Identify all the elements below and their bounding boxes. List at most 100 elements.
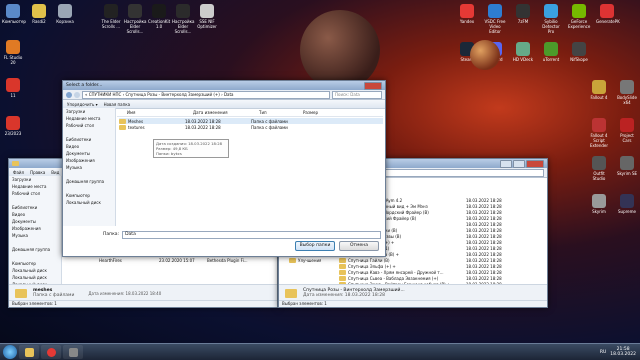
nav-item[interactable]: Библиотеки — [63, 136, 115, 143]
nav-item[interactable]: Документы — [9, 218, 61, 225]
nav-item[interactable] — [9, 239, 61, 246]
desktop-icon[interactable]: BodySlide x64 — [616, 80, 638, 105]
column-date[interactable]: Дата изменения — [193, 110, 259, 115]
minimize-button[interactable] — [500, 159, 512, 168]
desktop-icon[interactable]: Настройка Elder Scrolls... — [124, 4, 146, 34]
list-item[interactable]: HearthFires 23.02.2020 15:07 Bethesda Plug… — [99, 257, 273, 263]
desktop-icon[interactable]: Настройка Elder Scrolls... — [172, 4, 194, 34]
taskbar-app[interactable] — [63, 345, 83, 359]
desktop-icon[interactable]: HD VDeck — [512, 42, 534, 62]
start-button[interactable] — [3, 345, 17, 359]
desktop-icon[interactable]: Project Cars — [616, 118, 638, 143]
desktop-icon[interactable]: Skyrim SE — [616, 156, 638, 176]
file-type: Bethesda Plugin Fi... — [207, 257, 248, 263]
address-bar: « СПУТНИКИ НПС › Спутница Розы - Винтерх… — [63, 90, 385, 100]
column-size[interactable]: Размер — [303, 110, 318, 115]
nav-item[interactable] — [63, 171, 115, 178]
cancel-button[interactable]: Отмена — [339, 241, 379, 251]
menu-item[interactable]: Вид — [51, 170, 59, 175]
desktop-icon[interactable]: Outfit Studio — [588, 156, 610, 181]
file-date: 18.03.2022 18:28 — [466, 251, 502, 257]
desktop-icon[interactable]: CreationKit 1.0 — [148, 4, 170, 29]
taskbar-explorer[interactable] — [19, 345, 39, 359]
desktop-icon[interactable]: Компьютер — [2, 4, 26, 24]
new-folder-button[interactable]: Новая папка — [104, 102, 131, 107]
nav-item[interactable]: Домашняя группа — [63, 178, 115, 185]
maximize-button[interactable] — [513, 159, 525, 168]
desktop-icon[interactable]: Корзина — [54, 4, 76, 24]
nav-item[interactable]: Недавние места — [9, 183, 61, 190]
desktop-icon[interactable]: GeneratePK — [596, 4, 620, 24]
tree-item[interactable]: Улучшения — [289, 257, 349, 263]
nav-item[interactable] — [9, 197, 61, 204]
nav-item[interactable]: Домашняя группа — [9, 246, 61, 253]
desktop-icon[interactable]: The Elder Scrolls ... — [100, 4, 122, 29]
desktop-icon-label: BodySlide x64 — [617, 95, 637, 105]
desktop-icon[interactable]: Rasdi2 — [28, 4, 50, 24]
nav-item[interactable]: Библиотеки — [9, 204, 61, 211]
column-name[interactable]: Имя — [117, 110, 193, 115]
desktop-icon[interactable]: Fallout 4 Script Extender — [588, 118, 610, 148]
desktop-icon[interactable]: VSDC Free Video Editor — [484, 4, 506, 34]
nav-item[interactable]: Недавние места — [63, 115, 115, 122]
planet-graphic — [300, 10, 380, 90]
forward-icon[interactable] — [74, 91, 80, 98]
nav-item[interactable]: Изображения — [63, 157, 115, 164]
desktop-icon[interactable]: Fallout 4 — [588, 80, 610, 100]
language-indicator[interactable]: RU — [600, 350, 606, 355]
desktop-icon[interactable]: 23/2023 — [2, 116, 24, 136]
nav-item[interactable]: Загрузки — [63, 108, 115, 115]
app-icon — [104, 4, 118, 18]
nav-item[interactable]: Рабочий стол — [9, 190, 61, 197]
desktop-icon[interactable]: Supreme — [616, 194, 638, 214]
app-icon — [516, 42, 530, 56]
desktop-icon[interactable]: Skyrim — [588, 194, 610, 214]
nav-item[interactable]: Загрузки — [9, 176, 61, 183]
desktop-icon[interactable]: SSE NIF Optimizer — [196, 4, 218, 29]
nav-item[interactable]: Компьютер — [63, 192, 115, 199]
folder-row[interactable]: textures 18.03.2022 18:28 Папка с файлами — [119, 124, 383, 130]
organize-button[interactable]: Упорядочить ▾ — [67, 102, 98, 107]
select-folder-dialog[interactable]: Select a folder... « СПУТНИКИ НПС › Спут… — [62, 80, 386, 257]
taskbar-browser[interactable] — [41, 345, 61, 359]
back-icon[interactable] — [66, 91, 72, 98]
nav-item[interactable]: Рабочий стол — [63, 122, 115, 129]
nav-item[interactable]: Видео — [63, 143, 115, 150]
desktop-icon[interactable]: 7zFM — [512, 4, 534, 24]
nav-item[interactable] — [63, 185, 115, 192]
nav-item[interactable] — [63, 129, 115, 136]
close-button[interactable] — [526, 159, 544, 168]
nav-item[interactable]: Видео — [9, 211, 61, 218]
nav-item[interactable] — [9, 253, 61, 260]
nav-item[interactable]: Музыка — [9, 232, 61, 239]
file-date: 18.03.2022 18:28 — [466, 245, 502, 251]
menu-item[interactable]: Правка — [30, 170, 45, 175]
desktop-icon[interactable]: NifSkope — [568, 42, 590, 62]
desktop-icon[interactable]: Sybilio Detector Pro — [540, 4, 562, 34]
search-input[interactable]: Поиск: Data — [332, 90, 382, 99]
desktop-icon[interactable]: 11 — [2, 78, 24, 98]
clock[interactable]: 21:58 18.03.2022 — [610, 347, 636, 357]
desktop-icon[interactable]: FL Studio 20 — [2, 40, 24, 65]
nav-item[interactable]: Музыка — [63, 164, 115, 171]
folder-input[interactable]: Data — [122, 230, 381, 239]
nav-item[interactable]: Локальный диск — [63, 199, 115, 206]
folder-icon — [119, 118, 126, 124]
desktop-icon[interactable]: uTorrent — [540, 42, 562, 62]
folder-icon — [289, 257, 296, 263]
nav-item[interactable]: Документы — [63, 150, 115, 157]
nav-item[interactable]: Локальный диск — [9, 274, 61, 281]
desktop-icon[interactable]: GeForce Experience — [568, 4, 590, 29]
address-path[interactable]: « СПУТНИКИ НПС › Спутница Розы - Винтерх… — [82, 90, 330, 99]
nav-item[interactable]: Изображения — [9, 225, 61, 232]
folder-date: 18.03.2022 18:28 — [185, 118, 221, 124]
desktop-icon-label: uTorrent — [542, 57, 560, 62]
menu-item[interactable]: Файл — [13, 170, 24, 175]
select-folder-button[interactable]: Выбор папки — [295, 241, 335, 251]
desktop-icon[interactable]: Yandex — [456, 4, 478, 24]
nav-item[interactable]: Локальный диск — [9, 267, 61, 274]
close-button[interactable] — [364, 81, 382, 90]
nav-item[interactable]: Компьютер — [9, 260, 61, 267]
dialog-titlebar[interactable]: Select a folder... — [63, 81, 385, 90]
column-type[interactable]: Тип — [259, 110, 303, 115]
